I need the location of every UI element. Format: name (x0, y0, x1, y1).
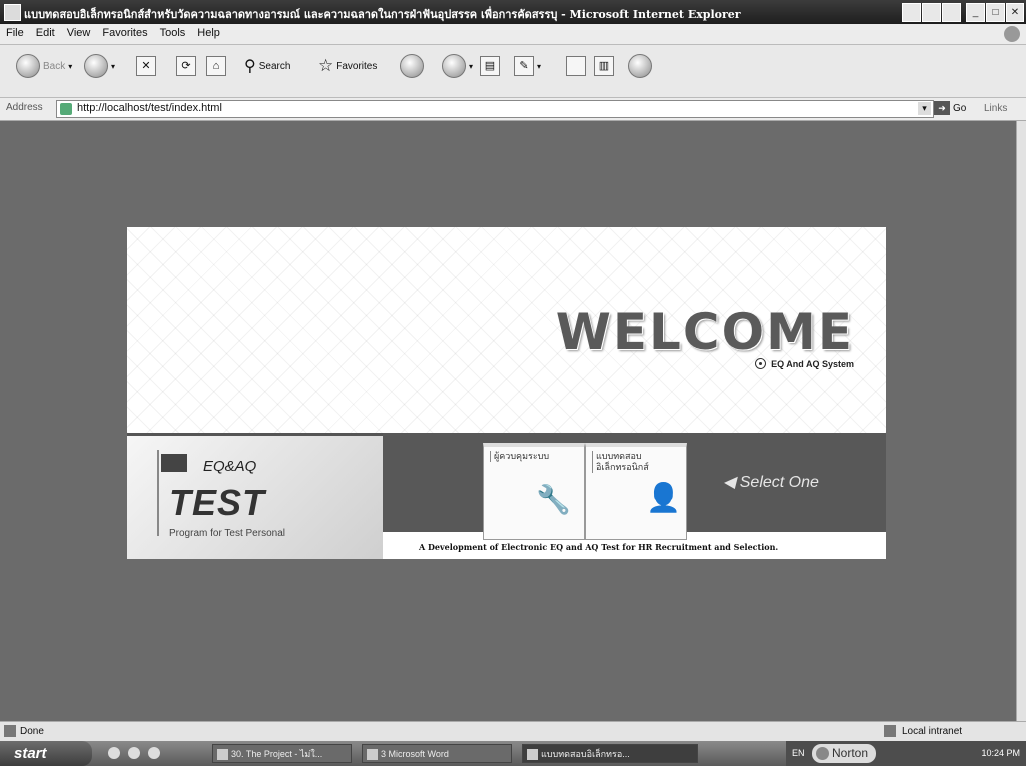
minimize-button[interactable]: _ (966, 3, 985, 22)
mail-icon (442, 54, 466, 78)
research-icon: ▥ (594, 56, 614, 76)
maximize-button[interactable]: □ (986, 3, 1005, 22)
title-bar: แบบทดสอบอิเล็กทรอนิกส์สำหรับวัดความฉลาดท… (0, 0, 1026, 24)
clock: 10:24 PM (981, 748, 1020, 758)
address-label: Address (6, 102, 43, 113)
welcome-heading: WELCOME (555, 303, 854, 361)
search-button[interactable]: ⚲ Search (244, 53, 290, 79)
address-bar: Address http://localhost/test/index.html… (0, 98, 1026, 121)
menu-edit[interactable]: Edit (30, 24, 61, 42)
menu-view[interactable]: View (61, 24, 97, 42)
admin-option-label: ผู้ควบคุมระบบ (490, 451, 549, 462)
test-option-label: แบบทดสอบ อิเล็กทรอนิกส์ (592, 451, 649, 473)
admin-option-button[interactable]: ผู้ควบคุมระบบ 🔧 (483, 443, 585, 540)
messenger-icon (628, 54, 652, 78)
home-button[interactable]: ⌂ (206, 53, 226, 79)
test-option-button[interactable]: แบบทดสอบ อิเล็กทรอนิกส์ 👤 (585, 443, 687, 540)
page-done-icon (4, 725, 16, 737)
menu-file[interactable]: File (0, 24, 30, 42)
links-button[interactable]: Links (984, 103, 1007, 114)
quicklaunch-icon-3[interactable] (148, 747, 160, 759)
window-title: แบบทดสอบอิเล็กทรอนิกส์สำหรับวัดความฉลาดท… (24, 8, 741, 21)
test-label: TEST (169, 482, 266, 523)
menu-tools[interactable]: Tools (154, 24, 192, 42)
forward-button[interactable]: ▾ (84, 53, 115, 79)
edit-button[interactable]: ✎ ▾ (514, 53, 541, 79)
back-icon (16, 54, 40, 78)
refresh-button[interactable]: ⟳ (176, 53, 196, 79)
welcome-banner: WELCOME EQ And AQ System A Development o… (127, 227, 886, 559)
taskbar: start 30. The Project - ไม่ใ... 3 Micros… (0, 741, 1026, 766)
intranet-icon (884, 725, 896, 737)
taskbar-item-browser[interactable]: แบบทดสอบอิเล็กทรอ... (522, 744, 698, 763)
discuss-button[interactable] (566, 53, 586, 79)
print-icon: ▤ (480, 56, 500, 76)
discuss-icon (566, 56, 586, 76)
history-icon (400, 54, 424, 78)
eqaq-label: EQ&AQ (203, 458, 257, 475)
language-indicator[interactable]: EN (792, 748, 805, 758)
go-button[interactable]: ➜ Go (934, 100, 966, 116)
star-icon: ☆ (318, 56, 334, 75)
tagline: A Development of Electronic EQ and AQ Te… (419, 542, 779, 552)
flag-icon (161, 454, 187, 472)
quicklaunch-icon-1[interactable] (108, 747, 120, 759)
home-icon: ⌂ (206, 56, 226, 76)
windows-logo-icon (1004, 26, 1020, 42)
taskbar-item-project[interactable]: 30. The Project - ไม่ใ... (212, 744, 352, 763)
close-button[interactable]: ✕ (1006, 3, 1024, 22)
mail-button[interactable]: ▾ (442, 53, 473, 79)
system-subtitle: EQ And AQ System (755, 358, 854, 369)
vertical-scrollbar[interactable] (1016, 121, 1026, 721)
ie-page-icon (4, 4, 21, 21)
norton-badge[interactable]: Norton (812, 744, 877, 763)
favorites-button[interactable]: ☆ Favorites (318, 53, 377, 79)
target-icon (755, 358, 767, 369)
person-icon: 👤 (646, 482, 681, 513)
status-bar: Done Local intranet (0, 721, 1026, 742)
refresh-icon: ⟳ (176, 56, 196, 76)
wrench-icon: 🔧 (536, 484, 571, 515)
print-button[interactable]: ▤ (480, 53, 500, 79)
address-url: http://localhost/test/index.html (77, 102, 222, 114)
system-tray: EN Norton 10:24 PM (786, 741, 1026, 766)
go-arrow-icon: ➜ (934, 101, 950, 115)
menu-favorites[interactable]: Favorites (96, 24, 153, 42)
menu-bar: File Edit View Favorites Tools Help (0, 24, 1026, 45)
messenger-button[interactable] (628, 53, 652, 79)
start-button[interactable]: start (0, 741, 92, 766)
address-input[interactable]: http://localhost/test/index.html ▾ (56, 100, 934, 118)
history-button[interactable] (400, 53, 424, 79)
quicklaunch-icon-2[interactable] (128, 747, 140, 759)
back-button[interactable]: Back ▾ (16, 53, 72, 79)
select-one-prompt: ◀ Select One (723, 474, 819, 491)
toolbar-tray-icon-2[interactable] (922, 3, 941, 22)
research-button[interactable]: ▥ (594, 53, 614, 79)
program-subtitle: Program for Test Personal (169, 528, 285, 539)
page-icon (60, 103, 72, 115)
toolbar: Back ▾ ▾ ✕ ⟳ ⌂ ⚲ Search ☆ Favorites ▾ ▤ ✎ ▾ … (0, 45, 1026, 98)
flagpole (157, 450, 159, 536)
toolbar-tray-icon-1[interactable] (902, 3, 921, 22)
edit-icon: ✎ (514, 56, 534, 76)
stop-button[interactable]: ✕ (136, 53, 156, 79)
stop-icon: ✕ (136, 56, 156, 76)
search-icon: ⚲ (244, 58, 256, 75)
forward-icon (84, 54, 108, 78)
menu-help[interactable]: Help (191, 24, 226, 42)
test-logo-card: EQ&AQ TEST Program for Test Personal (127, 433, 383, 559)
chevron-down-icon[interactable]: ▾ (918, 102, 931, 115)
taskbar-item-word[interactable]: 3 Microsoft Word (362, 744, 512, 763)
zone-text: Local intranet (902, 726, 963, 737)
status-text: Done (20, 726, 44, 737)
toolbar-tray-icon-3[interactable] (942, 3, 961, 22)
